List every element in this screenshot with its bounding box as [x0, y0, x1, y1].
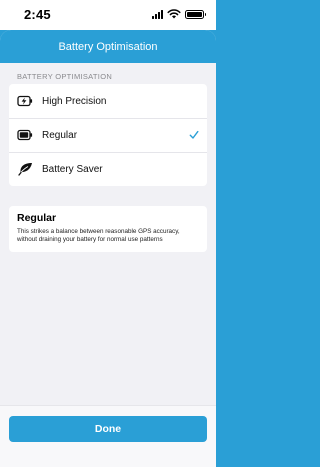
sheet-header: Battery Optimisation: [0, 30, 216, 63]
battery-status-icon: [185, 9, 206, 19]
footer: Done: [0, 405, 216, 467]
option-regular[interactable]: Regular: [9, 118, 207, 152]
description-text: This strikes a balance between reasonabl…: [17, 228, 180, 243]
section-label: BATTERY OPTIMISATION: [17, 72, 113, 81]
wifi-icon: [167, 9, 181, 19]
battery-optimisation-sheet: Battery Optimisation BATTERY OPTIMISATIO…: [0, 30, 216, 467]
option-battery-saver[interactable]: Battery Saver: [9, 152, 207, 186]
option-label: Regular: [42, 129, 78, 141]
option-high-precision[interactable]: High Precision: [9, 84, 207, 118]
status-icons: [152, 9, 206, 19]
description-title: Regular: [17, 212, 57, 224]
leaf-icon: [17, 162, 33, 176]
option-label: Battery Saver: [42, 163, 103, 175]
checkmark-icon: [189, 130, 199, 139]
options-list: High Precision Regular Battery Saver: [9, 84, 207, 186]
cellular-signal-icon: [152, 9, 163, 19]
battery-charging-icon: [17, 94, 33, 108]
status-time: 2:45: [24, 7, 51, 22]
description-card: Regular This strikes a balance between r…: [9, 206, 207, 252]
battery-full-icon: [17, 128, 33, 142]
sheet-title: Battery Optimisation: [58, 40, 158, 53]
status-bar: 2:45: [0, 0, 216, 30]
done-button[interactable]: Done: [9, 416, 207, 442]
option-label: High Precision: [42, 95, 107, 107]
